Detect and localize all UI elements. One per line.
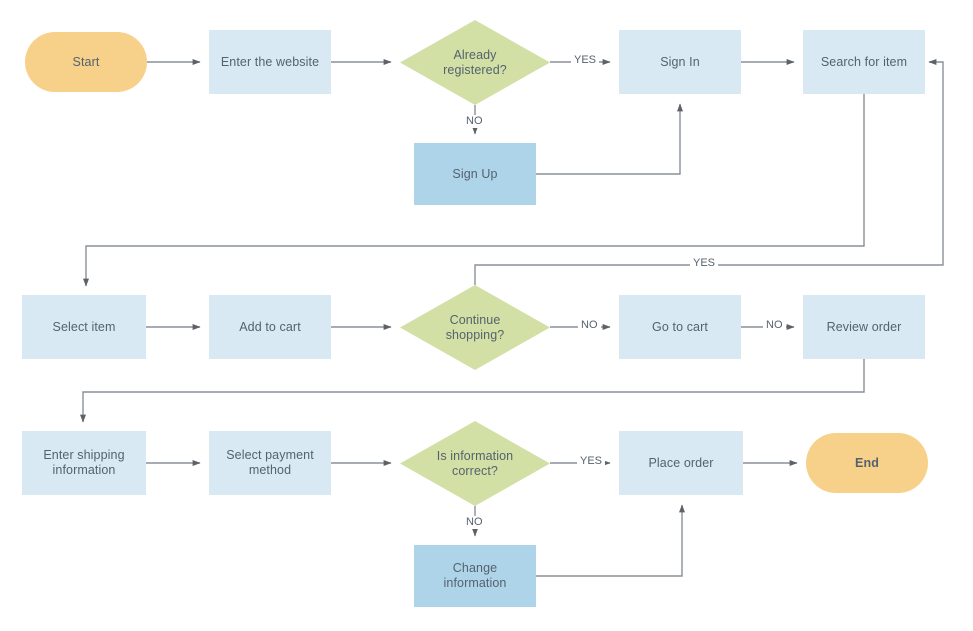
node-select-item-label: Select item [52, 319, 116, 334]
node-already-registered-label: Already registered? [443, 47, 507, 77]
node-sign-up-label: Sign Up [452, 166, 498, 181]
edge-label-info-yes: YES [577, 455, 606, 468]
node-change-information[interactable]: Change information [414, 545, 536, 607]
node-select-item[interactable]: Select item [22, 295, 146, 359]
node-enter-shipping-information-label: Enter shipping information [43, 448, 125, 477]
node-add-to-cart[interactable]: Add to cart [209, 295, 331, 359]
node-start-label: Start [72, 54, 100, 69]
edge-label-cart-no: NO [763, 319, 786, 332]
node-end[interactable]: End [806, 433, 928, 493]
node-sign-in-label: Sign In [660, 54, 700, 69]
node-continue-shopping[interactable]: Continue shopping? [400, 285, 550, 370]
node-go-to-cart-label: Go to cart [652, 319, 708, 334]
node-is-information-correct[interactable]: Is information correct? [400, 421, 550, 506]
edge-label-registered-yes: YES [571, 54, 600, 67]
node-sign-in[interactable]: Sign In [619, 30, 741, 94]
node-enter-website-label: Enter the website [220, 54, 320, 69]
node-enter-shipping-information[interactable]: Enter shipping information [22, 431, 146, 495]
edge-label-continue-no: NO [578, 319, 601, 332]
node-select-payment-method-label: Select payment method [226, 448, 314, 477]
flowchart-canvas: Start Enter the website Already register… [0, 0, 973, 631]
node-end-label: End [855, 455, 879, 470]
node-add-to-cart-label: Add to cart [239, 319, 301, 334]
edge-change-info-to-place-order [536, 504, 686, 577]
node-start[interactable]: Start [25, 32, 147, 92]
edge-sign-up-to-sign-in [536, 103, 684, 175]
node-place-order-label: Place order [648, 455, 714, 470]
node-already-registered[interactable]: Already registered? [400, 20, 550, 105]
node-place-order[interactable]: Place order [619, 431, 743, 495]
node-is-information-correct-label: Is information correct? [436, 448, 514, 478]
node-review-order[interactable]: Review order [803, 295, 925, 359]
edge-label-info-no: NO [463, 516, 486, 529]
node-select-payment-method[interactable]: Select payment method [209, 431, 331, 495]
node-search-for-item[interactable]: Search for item [803, 30, 925, 94]
node-review-order-label: Review order [826, 319, 902, 334]
edge-label-continue-yes: YES [690, 257, 719, 270]
node-sign-up[interactable]: Sign Up [414, 143, 536, 205]
node-search-for-item-label: Search for item [820, 54, 908, 69]
node-enter-website[interactable]: Enter the website [209, 30, 331, 94]
node-change-information-label: Change information [443, 561, 507, 590]
node-continue-shopping-label: Continue shopping? [445, 312, 505, 342]
node-go-to-cart[interactable]: Go to cart [619, 295, 741, 359]
edge-label-registered-no: NO [463, 115, 486, 128]
